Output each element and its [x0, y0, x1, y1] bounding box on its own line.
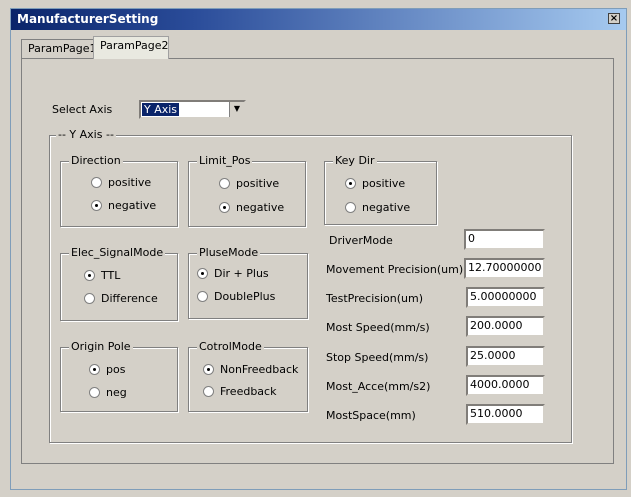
select-axis-value: Y Axis — [142, 103, 180, 116]
elec-signal-ttl-radio[interactable]: TTL — [84, 269, 120, 283]
radio-on-icon — [91, 199, 102, 211]
limit-pos-group: Limit_Pos positive negative — [188, 154, 306, 227]
radio-on-icon — [345, 177, 356, 189]
radio-off-icon — [89, 386, 100, 398]
most-acce-label: Most_Acce(mm/s2) — [326, 380, 431, 393]
key-dir-positive-radio[interactable]: positive — [345, 177, 405, 191]
radio-label: negative — [236, 201, 285, 214]
test-precision-label: TestPrecision(um) — [326, 292, 424, 305]
radio-off-icon — [219, 177, 230, 189]
y-axis-group-label: -- Y Axis -- — [56, 128, 116, 141]
radio-label: TTL — [101, 269, 121, 282]
origin-pole-neg-radio[interactable]: neg — [89, 386, 127, 400]
cotrol-mode-freedback-radio[interactable]: Freedback — [203, 385, 276, 399]
elec-signal-mode-group: Elec_SignalMode TTL Difference — [60, 246, 178, 321]
tab-param-page-2[interactable]: ParamPage2 — [93, 36, 169, 59]
most-speed-field[interactable]: 200.0000 — [466, 316, 545, 337]
y-axis-group: -- Y Axis -- Direction positive negative… — [49, 128, 572, 443]
radio-on-icon — [197, 267, 208, 279]
radio-label: Difference — [101, 292, 158, 305]
origin-pole-group: Origin Pole pos neg — [60, 340, 178, 412]
stop-speed-label: Stop Speed(mm/s) — [326, 351, 429, 364]
key-dir-group: Key Dir positive negative — [324, 154, 437, 225]
radio-off-icon — [203, 385, 214, 397]
cotrol-mode-label: CotrolMode — [197, 340, 264, 353]
radio-label: neg — [106, 386, 127, 399]
stop-speed-field[interactable]: 25.0000 — [466, 346, 545, 367]
most-speed-label: Most Speed(mm/s) — [326, 321, 430, 334]
movement-precision-field[interactable]: 12.70000000 — [464, 258, 545, 279]
radio-label: DoublePlus — [214, 290, 276, 303]
title-bar[interactable]: ManufacturerSetting × — [11, 9, 626, 30]
radio-label: negative — [108, 199, 157, 212]
radio-label: Dir + Plus — [214, 267, 269, 280]
elec-signal-difference-radio[interactable]: Difference — [84, 292, 158, 306]
select-axis-dropdown[interactable]: Y Axis ▼ — [139, 100, 246, 119]
radio-label: positive — [108, 176, 152, 189]
radio-off-icon — [84, 292, 95, 304]
direction-label: Direction — [69, 154, 123, 167]
radio-label: negative — [362, 201, 411, 214]
movement-precision-label: Movement Precision(um) — [326, 263, 464, 276]
radio-on-icon — [84, 269, 95, 281]
limit-pos-negative-radio[interactable]: negative — [219, 201, 284, 215]
manufacturer-setting-window: ManufacturerSetting × ParamPage1 ParamPa… — [10, 8, 627, 490]
most-space-label: MostSpace(mm) — [326, 409, 416, 422]
radio-off-icon — [197, 290, 208, 302]
pluse-mode-dir-plus-radio[interactable]: Dir + Plus — [197, 267, 269, 281]
chevron-down-icon[interactable]: ▼ — [229, 102, 244, 117]
tab-param-page-1[interactable]: ParamPage1 — [21, 39, 97, 58]
radio-on-icon — [203, 363, 214, 375]
select-axis-label: Select Axis — [52, 103, 113, 116]
most-acce-field[interactable]: 4000.0000 — [466, 375, 545, 396]
radio-label: Freedback — [220, 385, 277, 398]
pluse-mode-double-plus-radio[interactable]: DoublePlus — [197, 290, 275, 304]
driver-mode-field[interactable]: 0 — [464, 229, 545, 250]
radio-on-icon — [219, 201, 230, 213]
cotrol-mode-group: CotrolMode NonFreedback Freedback — [188, 340, 308, 412]
most-space-field[interactable]: 510.0000 — [466, 404, 545, 425]
origin-pole-pos-radio[interactable]: pos — [89, 363, 125, 377]
pluse-mode-group: PluseMode Dir + Plus DoublePlus — [188, 246, 308, 319]
limit-pos-positive-radio[interactable]: positive — [219, 177, 279, 191]
key-dir-negative-radio[interactable]: negative — [345, 201, 410, 215]
origin-pole-label: Origin Pole — [69, 340, 133, 353]
direction-negative-radio[interactable]: negative — [91, 199, 156, 213]
radio-off-icon — [345, 201, 356, 213]
test-precision-field[interactable]: 5.00000000 — [466, 287, 545, 308]
direction-group: Direction positive negative — [60, 154, 178, 227]
elec-signal-mode-label: Elec_SignalMode — [69, 246, 166, 259]
pluse-mode-label: PluseMode — [197, 246, 261, 259]
direction-positive-radio[interactable]: positive — [91, 176, 151, 190]
window-title: ManufacturerSetting — [17, 12, 159, 26]
radio-label: NonFreedback — [220, 363, 299, 376]
driver-mode-label: DriverMode — [329, 234, 393, 247]
param-page-2-panel: Select Axis Y Axis ▼ -- Y Axis -- Direct… — [21, 58, 614, 464]
radio-on-icon — [89, 363, 100, 375]
close-button[interactable]: × — [608, 13, 620, 24]
radio-off-icon — [91, 176, 102, 188]
radio-label: positive — [236, 177, 280, 190]
radio-label: positive — [362, 177, 406, 190]
cotrol-mode-nonfreedback-radio[interactable]: NonFreedback — [203, 363, 298, 377]
key-dir-label: Key Dir — [333, 154, 377, 167]
radio-label: pos — [106, 363, 126, 376]
limit-pos-label: Limit_Pos — [197, 154, 253, 167]
